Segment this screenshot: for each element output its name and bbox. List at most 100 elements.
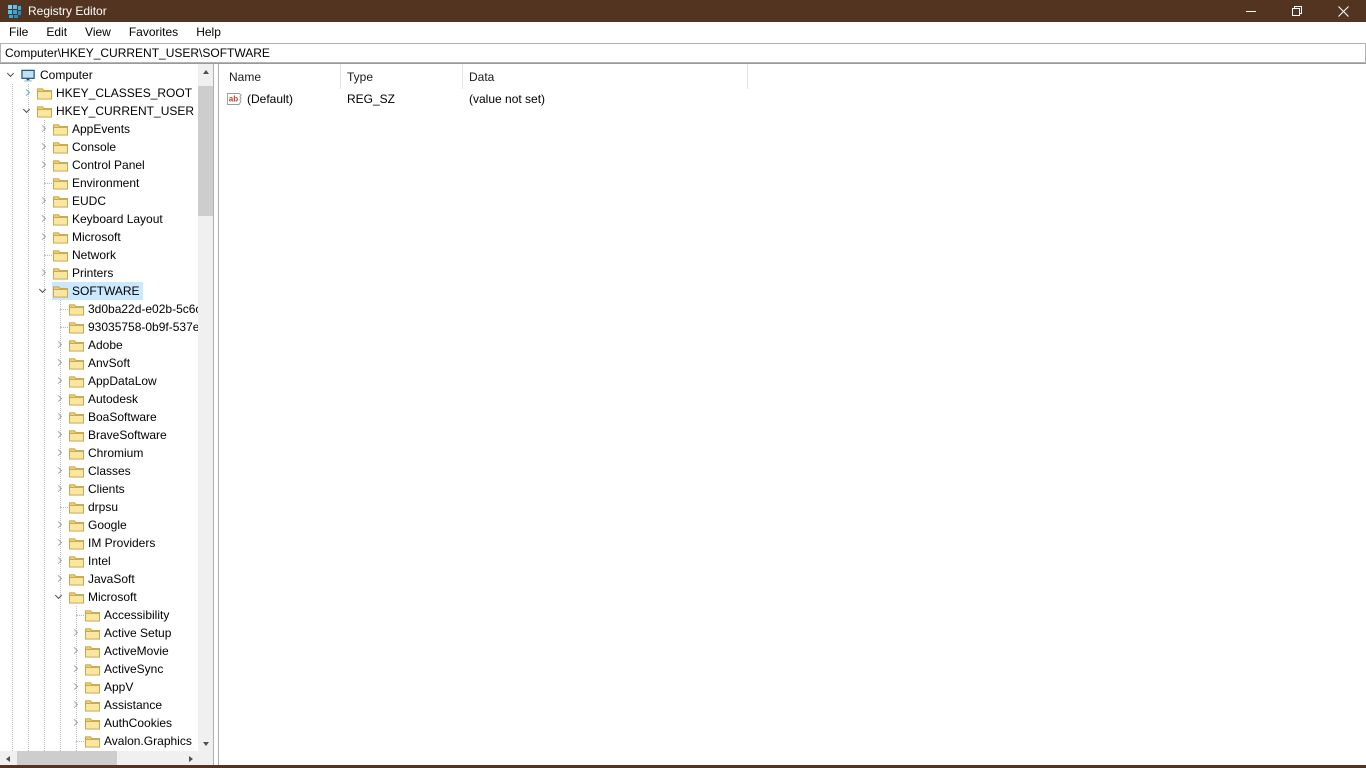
- tree-item[interactable]: AppDataLow: [0, 372, 198, 390]
- tree-item[interactable]: AnvSoft: [0, 354, 198, 372]
- value-row[interactable]: ab(Default)REG_SZ(value not set): [219, 89, 1366, 108]
- vertical-scrollbar-thumb[interactable]: [198, 86, 213, 216]
- tree-item[interactable]: Chromium: [0, 444, 198, 462]
- scroll-left-icon[interactable]: [0, 751, 15, 765]
- tree-item[interactable]: Assistance: [0, 696, 198, 714]
- scroll-up-icon[interactable]: [198, 64, 213, 79]
- chevron-right-icon[interactable]: [71, 701, 78, 708]
- chevron-right-icon[interactable]: [71, 647, 78, 654]
- folder-icon: [69, 411, 84, 424]
- scroll-down-icon[interactable]: [198, 736, 213, 751]
- tree-item[interactable]: 93035758-0b9f-537e-: [0, 318, 198, 336]
- tree-content: ComputerHKEY_CLASSES_ROOTHKEY_CURRENT_US…: [0, 64, 198, 751]
- minimize-button[interactable]: [1228, 0, 1274, 22]
- column-header-type[interactable]: Type: [341, 64, 463, 89]
- tree-vertical-scrollbar[interactable]: [198, 64, 213, 751]
- tree-item[interactable]: Network: [0, 246, 198, 264]
- chevron-right-icon[interactable]: [71, 665, 78, 672]
- folder-icon: [68, 373, 84, 389]
- value-name: (Default): [247, 92, 293, 106]
- chevron-down-icon[interactable]: [23, 106, 30, 113]
- tree-item[interactable]: Control Panel: [0, 156, 198, 174]
- menu-item-help[interactable]: Help: [187, 22, 230, 43]
- tree-item-label: Assistance: [103, 697, 162, 713]
- tree-item[interactable]: Google: [0, 516, 198, 534]
- tree-item[interactable]: ActiveMovie: [0, 642, 198, 660]
- chevron-right-icon[interactable]: [55, 377, 62, 384]
- chevron-right-icon[interactable]: [55, 467, 62, 474]
- menu-item-view[interactable]: View: [76, 22, 120, 43]
- tree-item[interactable]: HKEY_CLASSES_ROOT: [0, 84, 198, 102]
- tree-item[interactable]: Classes: [0, 462, 198, 480]
- tree-item[interactable]: Clients: [0, 480, 198, 498]
- tree-item-label: 93035758-0b9f-537e-: [87, 319, 198, 335]
- tree-item[interactable]: AppV: [0, 678, 198, 696]
- chevron-right-icon[interactable]: [39, 125, 46, 132]
- tree-item[interactable]: Computer: [0, 66, 198, 84]
- chevron-right-icon[interactable]: [55, 413, 62, 420]
- tree-item[interactable]: BoaSoftware: [0, 408, 198, 426]
- chevron-right-icon[interactable]: [71, 683, 78, 690]
- tree-item[interactable]: SOFTWARE: [0, 282, 198, 300]
- tree-item[interactable]: Environment: [0, 174, 198, 192]
- tree-item[interactable]: EUDC: [0, 192, 198, 210]
- tree-item[interactable]: 3d0ba22d-e02b-5c6c: [0, 300, 198, 318]
- tree-item[interactable]: Active Setup: [0, 624, 198, 642]
- horizontal-scrollbar-thumb[interactable]: [17, 751, 117, 765]
- chevron-right-icon[interactable]: [55, 575, 62, 582]
- tree-item[interactable]: Microsoft: [0, 588, 198, 606]
- tree-item[interactable]: Console: [0, 138, 198, 156]
- chevron-right-icon[interactable]: [55, 539, 62, 546]
- tree-item[interactable]: ActiveSync: [0, 660, 198, 678]
- tree-item[interactable]: JavaSoft: [0, 570, 198, 588]
- column-header-data[interactable]: Data: [463, 64, 748, 89]
- tree-item[interactable]: Printers: [0, 264, 198, 282]
- chevron-right-icon[interactable]: [55, 449, 62, 456]
- restore-button[interactable]: [1274, 0, 1320, 22]
- tree-item[interactable]: Autodesk: [0, 390, 198, 408]
- chevron-right-icon[interactable]: [55, 485, 62, 492]
- tree-item[interactable]: AppEvents: [0, 120, 198, 138]
- registry-editor-app-icon[interactable]: [6, 3, 22, 19]
- tree-item[interactable]: Adobe: [0, 336, 198, 354]
- chevron-right-icon[interactable]: [39, 269, 46, 276]
- chevron-right-icon[interactable]: [71, 719, 78, 726]
- chevron-right-icon[interactable]: [23, 89, 30, 96]
- tree-item[interactable]: Accessibility: [0, 606, 198, 624]
- chevron-down-icon[interactable]: [55, 592, 62, 599]
- tree-item[interactable]: BraveSoftware: [0, 426, 198, 444]
- tree-item[interactable]: drpsu: [0, 498, 198, 516]
- chevron-right-icon[interactable]: [39, 197, 46, 204]
- chevron-right-icon[interactable]: [39, 233, 46, 240]
- scroll-right-icon[interactable]: [183, 751, 198, 765]
- chevron-right-icon[interactable]: [55, 557, 62, 564]
- close-button[interactable]: [1320, 0, 1366, 22]
- chevron-down-icon[interactable]: [7, 70, 14, 77]
- folder-icon: [52, 211, 68, 227]
- tree-panel: ComputerHKEY_CLASSES_ROOTHKEY_CURRENT_US…: [0, 64, 213, 765]
- chevron-right-icon[interactable]: [39, 143, 46, 150]
- menubar: FileEditViewFavoritesHelp: [0, 22, 1366, 43]
- tree-item[interactable]: AuthCookies: [0, 714, 198, 732]
- menu-item-file[interactable]: File: [0, 22, 37, 43]
- chevron-right-icon[interactable]: [55, 359, 62, 366]
- chevron-right-icon[interactable]: [55, 341, 62, 348]
- menu-item-favorites[interactable]: Favorites: [120, 22, 187, 43]
- menu-item-edit[interactable]: Edit: [37, 22, 76, 43]
- chevron-right-icon[interactable]: [55, 521, 62, 528]
- address-input[interactable]: Computer\HKEY_CURRENT_USER\SOFTWARE: [0, 43, 1366, 63]
- chevron-right-icon[interactable]: [55, 395, 62, 402]
- tree-item[interactable]: Keyboard Layout: [0, 210, 198, 228]
- chevron-right-icon[interactable]: [39, 215, 46, 222]
- chevron-right-icon[interactable]: [39, 161, 46, 168]
- tree-item[interactable]: Intel: [0, 552, 198, 570]
- chevron-down-icon[interactable]: [39, 286, 46, 293]
- tree-item[interactable]: HKEY_CURRENT_USER: [0, 102, 198, 120]
- chevron-right-icon[interactable]: [71, 629, 78, 636]
- tree-item[interactable]: Avalon.Graphics: [0, 732, 198, 750]
- tree-item[interactable]: IM Providers: [0, 534, 198, 552]
- tree-horizontal-scrollbar[interactable]: [0, 751, 198, 765]
- column-header-name[interactable]: Name: [219, 64, 341, 89]
- tree-item[interactable]: Microsoft: [0, 228, 198, 246]
- chevron-right-icon[interactable]: [55, 431, 62, 438]
